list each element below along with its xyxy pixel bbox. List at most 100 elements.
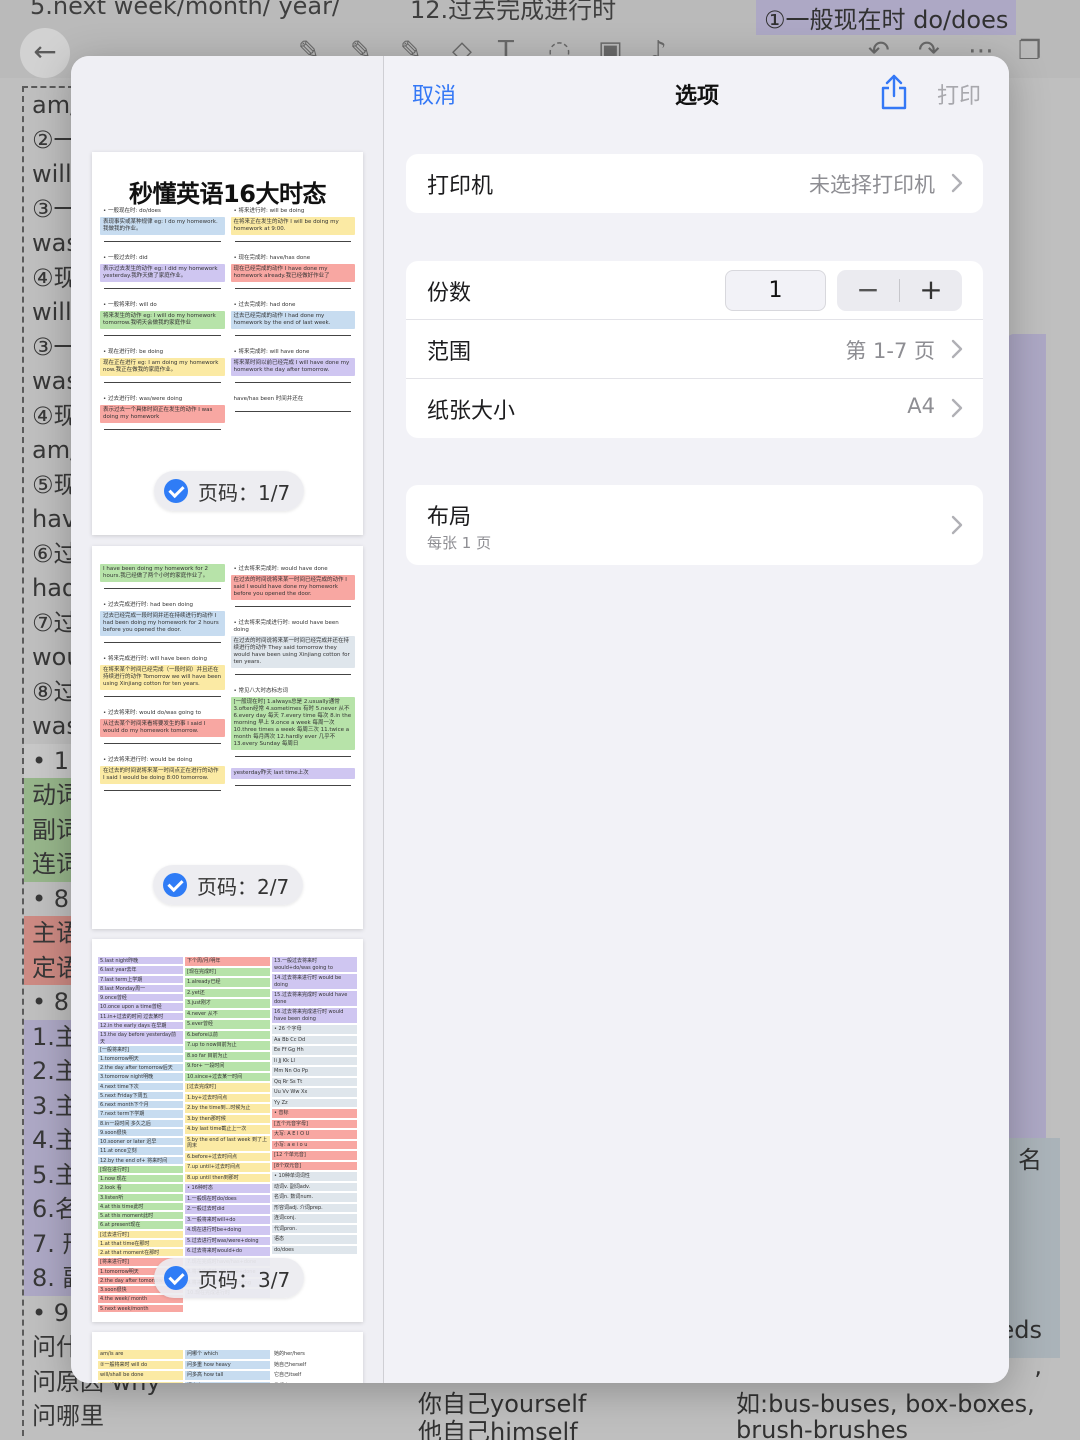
preview-grid-line: 3.listen听 xyxy=(98,1193,183,1201)
preview-grid-line: Aa Bb Cc Dd xyxy=(272,1035,357,1044)
preview-block-title: • 过去将来时: would do/was going to xyxy=(103,710,202,716)
paper-size-row[interactable]: 纸张大小 A4 xyxy=(406,379,983,438)
preview-block-title: • 常见八大时态标志词 xyxy=(233,688,289,694)
preview-page-1[interactable]: 秒懂英语16大时态 • 一般现在时: do/does 表现事实或某种规律 eg: … xyxy=(92,152,363,535)
preview-text-block: • 现在完成时: have/has done 现在已经完成的动作 I have d… xyxy=(230,253,355,296)
preview-block-text: yesterday昨天 last time上次 xyxy=(230,768,355,779)
preview-page-columns: • 一般现在时: do/does 表现事实或某种规律 eg: I do my ho… xyxy=(100,206,355,437)
page-badge[interactable]: 页码：3/7 xyxy=(154,1258,305,1298)
timeline-diagram xyxy=(231,750,356,764)
timeline-diagram xyxy=(100,235,225,249)
page-badge-label: 页码：1/7 xyxy=(198,480,291,505)
decrement-button[interactable]: − xyxy=(837,270,899,311)
printer-value: 未选择打印机 xyxy=(809,173,935,197)
preview-grid-line: 1.一般现在时do/does xyxy=(185,1194,270,1203)
preview-text-block: • 一般过去时: did 表示过去发生的动作 eg: I did my homew… xyxy=(100,253,225,296)
preview-grid-line: [过去进行时] xyxy=(98,1230,183,1238)
chevron-right-icon xyxy=(951,173,963,193)
preview-block-text: have/has been 时间并还在 xyxy=(230,394,355,405)
preview-text-block: • 过去进行时: was/were doing 表示过去一个具体时间正在发生的动作… xyxy=(100,394,225,437)
range-row[interactable]: 范围 第 1-7 页 xyxy=(406,320,983,379)
preview-block-title: • 一般过去时: did xyxy=(103,255,148,261)
preview-column: 她的her/hers她自己herself 它自己itself我们自己ourselv… xyxy=(272,1350,357,1383)
timeline-diagram xyxy=(231,329,356,343)
preview-grid-line: 1.now 现在 xyxy=(98,1175,183,1183)
preview-text-block: • 过去将来完成进行时: would have been doing 在过去的时间… xyxy=(230,618,356,682)
preview-block-title: • 一般现在时: do/does xyxy=(103,208,161,214)
preview-text-block: • 过去完成进行时: had been doing 过去已经完成一段时间并还在持续… xyxy=(100,600,225,650)
printer-row[interactable]: 打印机 未选择打印机 xyxy=(406,154,983,213)
preview-grid-line: 7.up to now目前为止 xyxy=(185,1041,270,1050)
preview-text-block: • 过去将来时: would do/was going to 从过去某个时间来看将… xyxy=(100,708,225,751)
checkmark-icon xyxy=(163,873,187,897)
preview-grid-line: • 音标 xyxy=(272,1109,357,1118)
preview-text-block: yesterday昨天 last time上次 xyxy=(230,768,355,793)
preview-grid-line: 7.last term上学期 xyxy=(98,975,183,983)
preview-grid-line: 5.next Friday下周五 xyxy=(98,1091,183,1100)
print-preview-pane[interactable]: 秒懂英语16大时态 • 一般现在时: do/does 表现事实或某种规律 eg: … xyxy=(71,56,384,1383)
page-badge[interactable]: 页码：1/7 xyxy=(154,471,305,511)
preview-block-text: 表示过去一个具体时间正在发生的动作 I was doing my homewor… xyxy=(100,405,225,423)
timeline-diagram xyxy=(231,235,356,249)
checkmark-icon xyxy=(164,1266,188,1290)
preview-grid-line: Uu Vv Ww Xx xyxy=(272,1088,357,1097)
preview-block-text: 表示过去发生的动作 eg: I did my homework yesterda… xyxy=(100,264,225,282)
preview-text-block: I have been doing my homework for 2 hour… xyxy=(100,564,225,596)
preview-block-title: • 将来完成时: will have done xyxy=(233,349,310,355)
preview-page-2[interactable]: I have been doing my homework for 2 hour… xyxy=(92,546,363,929)
preview-grid-line: 她自己herself xyxy=(272,1360,357,1369)
share-icon[interactable] xyxy=(879,74,909,110)
layout-label: 布局 xyxy=(427,505,472,530)
preview-grid-line: ③一般过去时 did xyxy=(98,1381,183,1383)
preview-text-block: • 现在进行时: be doing 现在正在进行 eg: I am doing m… xyxy=(100,347,225,390)
preview-grid-line: 6.before以前 xyxy=(185,1030,270,1039)
copies-stepper[interactable]: − + xyxy=(837,270,962,311)
preview-grid-line: 15.过去将来完成时 would have done xyxy=(272,991,357,1006)
dialog-title: 选项 xyxy=(674,84,719,109)
preview-block-title: • 现在完成时: have/has done xyxy=(233,255,311,261)
timeline-diagram xyxy=(100,636,225,650)
preview-column: am/is are ②一般将来时 will do will/shall be don… xyxy=(98,1350,183,1383)
print-button[interactable]: 打印 xyxy=(937,78,981,110)
preview-right-column: • 将来进行时: will be doing 在将来正在发生的动作 I will … xyxy=(230,206,356,437)
checkmark-icon xyxy=(164,479,188,503)
preview-grid-line: 2.look 看 xyxy=(98,1184,183,1192)
preview-grid-line: 6.before+过去时间点 xyxy=(185,1152,270,1161)
preview-grid-line: 名词n. 数词num. xyxy=(272,1193,357,1202)
preview-block-text: 将来发生的动作 eg: I will do my homework tomorr… xyxy=(100,311,225,329)
print-options-dialog: 秒懂英语16大时态 • 一般现在时: do/does 表现事实或某种规律 eg: … xyxy=(71,56,1009,1383)
preview-grid-line: 8.up until then到那时 xyxy=(185,1173,270,1182)
preview-page-4[interactable]: am/is are ②一般将来时 will do will/shall be don… xyxy=(92,1332,363,1383)
preview-grid-line: 1.by+过去时间点 xyxy=(185,1093,270,1102)
timeline-diagram xyxy=(100,423,225,437)
preview-grid-line: 1.at that time在那时 xyxy=(98,1239,183,1248)
preview-grid-line: 5.next week/month xyxy=(98,1304,183,1312)
timeline-diagram xyxy=(231,668,356,682)
preview-page-grid: am/is are ②一般将来时 will do will/shall be don… xyxy=(98,1350,357,1383)
preview-grid-line: [现在完成时] xyxy=(185,967,270,976)
preview-block-title: • 过去将来进行时: would be doing xyxy=(103,757,193,763)
timeline-diagram xyxy=(100,784,225,798)
preview-text-block: • 过去将来进行时: would be doing 在过去的时间说将来某一时间点正… xyxy=(100,755,225,798)
print-options-pane: 取消 选项 打印 打印机 未选择打印机 份数 1 − + 范围 第 1-7 页 … xyxy=(385,56,1009,1383)
preview-grid-line: am/is are xyxy=(98,1350,183,1359)
page-badge-label: 页码：2/7 xyxy=(197,874,290,899)
preview-grid-line: 4.现在进行时be+doing xyxy=(185,1226,270,1235)
preview-right-column: • 过去将来完成时: would have done 在过去的时间说将来某一时间已… xyxy=(230,564,356,798)
preview-grid-line: 16.过去将来完成进行时 would have been doing xyxy=(272,1008,357,1023)
printer-group: 打印机 未选择打印机 xyxy=(406,154,983,213)
preview-page-3[interactable]: 5.last night昨晚 6.last year去年 7.last term上学… xyxy=(92,939,363,1322)
preview-grid-line: 问哪个 which xyxy=(185,1350,270,1359)
preview-grid-line: 13.the day before yesterday前天 xyxy=(98,1031,183,1044)
page-badge[interactable]: 页码：2/7 xyxy=(153,865,304,905)
preview-page-title: 秒懂英语16大时态 xyxy=(129,180,326,208)
preview-block-text: 在过去的时间说将来某一时间点正在进行的动作 I said I would be … xyxy=(100,766,225,784)
preview-text-block: • 将来进行时: will be doing 在将来正在发生的动作 I will … xyxy=(230,206,356,249)
range-value: 第 1-7 页 xyxy=(845,339,935,363)
increment-button[interactable]: + xyxy=(900,270,962,311)
copies-field[interactable]: 1 xyxy=(725,270,826,311)
preview-grid-line: 形容词adj. 介词prep. xyxy=(272,1203,357,1212)
layout-row[interactable]: 布局 每张 1 页 xyxy=(406,485,983,565)
preview-grid-line: 4.by last time截止上一次 xyxy=(185,1125,270,1134)
preview-grid-line: 它自己itself xyxy=(272,1371,357,1380)
